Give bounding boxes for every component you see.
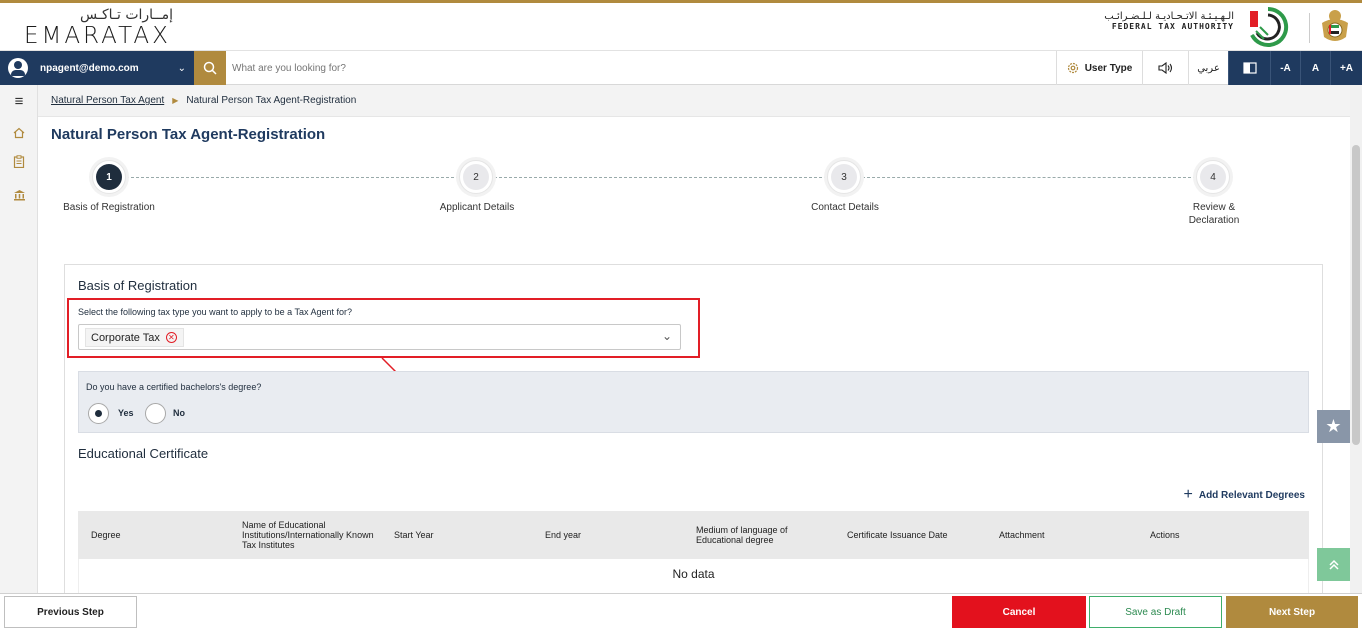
tax-type-select[interactable]: Corporate Tax ✕ ⌄ (78, 324, 681, 350)
degree-question: Do you have a certified bachelors's degr… (86, 382, 262, 392)
scrollbar-thumb[interactable] (1352, 145, 1360, 445)
column-header: Attachment (999, 530, 1045, 540)
save-draft-button[interactable]: Save as Draft (1089, 596, 1222, 628)
user-menu-dropdown[interactable]: npagent@demo.com ⌄ (0, 51, 194, 85)
home-icon[interactable] (0, 121, 38, 145)
breadcrumb-separator-icon: ▶ (172, 96, 179, 105)
column-header: End year (545, 530, 582, 540)
fta-name: الـهـيـئـة الاتـحـاديـة لـلـضـرائـب FEDE… (1104, 11, 1234, 31)
degree-yes-radio[interactable] (88, 403, 109, 424)
step-number: 3 (831, 164, 857, 190)
step-3-label: Contact Details (811, 202, 879, 213)
user-email: npagent@demo.com (40, 62, 139, 74)
chevron-down-icon: ⌄ (177, 62, 186, 74)
uae-emblem-icon (1322, 10, 1348, 41)
breadcrumb-current: Natural Person Tax Agent-Registration (186, 95, 357, 106)
degrees-table-header: Degree Name of Educational Institutions/… (78, 511, 1309, 559)
column-header: Actions (1150, 530, 1180, 540)
institution-icon[interactable] (0, 183, 38, 207)
step-1-indicator[interactable]: 1 (92, 160, 126, 194)
logo-arabic-text: إمــارات تـاكـس (80, 7, 174, 23)
step-number: 4 (1200, 164, 1226, 190)
contrast-toggle-button[interactable] (1228, 51, 1270, 85)
section-title-educational: Educational Certificate (78, 446, 209, 461)
degree-question-panel: Do you have a certified bachelors's degr… (78, 371, 1309, 433)
tax-type-label: Select the following tax type you want t… (78, 307, 353, 317)
user-avatar-icon (8, 58, 28, 78)
favorite-star-button[interactable]: ★ (1317, 410, 1350, 443)
step-number: 1 (96, 164, 122, 190)
column-header: Medium of language of Educational degree (696, 525, 788, 545)
top-navbar: npagent@demo.com ⌄ User Type عربي (0, 51, 1362, 85)
step-2-label: Applicant Details (439, 202, 515, 213)
scroll-top-button[interactable] (1317, 548, 1350, 581)
empty-table-message: No data (672, 567, 715, 581)
add-degrees-button[interactable]: + Add Relevant Degrees (1184, 486, 1306, 504)
step-4-indicator[interactable]: 4 (1196, 160, 1230, 194)
column-header: Name of Educational Institutions/Interna… (242, 520, 374, 550)
degree-no-label: No (173, 408, 185, 418)
fta-name-english: FEDERAL TAX AUTHORITY (1111, 22, 1234, 31)
chevron-down-icon[interactable]: ⌄ (662, 329, 672, 343)
chip-label: Corporate Tax (91, 331, 160, 344)
contrast-icon (1242, 62, 1257, 74)
double-chevron-up-icon (1328, 559, 1339, 570)
user-type-button[interactable]: User Type (1056, 51, 1142, 85)
plus-icon: + (1183, 486, 1193, 503)
emaratax-logo[interactable]: EMARATAX (24, 23, 171, 49)
add-degrees-label: Add Relevant Degrees (1198, 489, 1305, 501)
step-1-label: Basis of Registration (63, 202, 155, 213)
header-divider (1309, 13, 1310, 43)
section-title-basis: Basis of Registration (78, 278, 198, 293)
degree-yes-label: Yes (118, 408, 134, 418)
breadcrumb-link-tax-agent[interactable]: Natural Person Tax Agent (51, 95, 164, 106)
breadcrumb: Natural Person Tax Agent ▶ Natural Perso… (38, 85, 1362, 117)
left-sidebar: ≡ (0, 85, 38, 593)
navbar-tools: User Type عربي -A A +A (1056, 51, 1362, 85)
site-header: إمــارات تـاكـس EMARATAX الـهـيـئـة الات… (0, 3, 1362, 51)
step-2-indicator[interactable]: 2 (459, 160, 493, 194)
clipboard-icon[interactable] (0, 149, 38, 173)
search-icon (203, 61, 217, 75)
column-header: Start Year (394, 530, 434, 540)
page-scrollbar[interactable] (1350, 85, 1362, 593)
fta-logo-icon (1250, 6, 1289, 47)
step-3-indicator[interactable]: 3 (827, 160, 861, 194)
column-header: Certificate Issuance Date (847, 530, 948, 540)
font-normal-button[interactable]: A (1300, 51, 1330, 85)
stepper-connector (126, 177, 459, 178)
cancel-button[interactable]: Cancel (952, 596, 1086, 628)
arabic-language-button[interactable]: عربي (1188, 51, 1228, 85)
stepper-connector (862, 177, 1196, 178)
footer-action-bar: Previous Step Cancel Save as Draft Next … (0, 593, 1362, 632)
column-header: Degree (91, 530, 121, 540)
star-icon: ★ (1325, 416, 1342, 436)
next-step-button[interactable]: Next Step (1226, 596, 1358, 628)
font-increase-button[interactable]: +A (1330, 51, 1362, 85)
step-number: 2 (463, 164, 489, 190)
stepper-connector (494, 177, 827, 178)
font-decrease-button[interactable]: -A (1270, 51, 1300, 85)
selected-tax-type-chip: Corporate Tax ✕ (85, 328, 184, 347)
speaker-icon (1157, 62, 1172, 74)
step-4-label: Review & Declaration (1188, 202, 1240, 226)
degree-no-radio[interactable] (145, 403, 166, 424)
remove-chip-icon[interactable]: ✕ (165, 332, 177, 343)
search-input[interactable] (232, 57, 932, 79)
speaker-button[interactable] (1142, 51, 1188, 85)
fta-name-arabic: الـهـيـئـة الاتـحـاديـة لـلـضـرائـب (1104, 11, 1234, 22)
gear-icon (1067, 62, 1078, 74)
previous-step-button[interactable]: Previous Step (4, 596, 137, 628)
search-button[interactable] (194, 51, 226, 85)
page-title: Natural Person Tax Agent-Registration (51, 126, 326, 143)
menu-hamburger-icon[interactable]: ≡ (0, 89, 38, 113)
user-type-label: User Type (1084, 62, 1133, 74)
